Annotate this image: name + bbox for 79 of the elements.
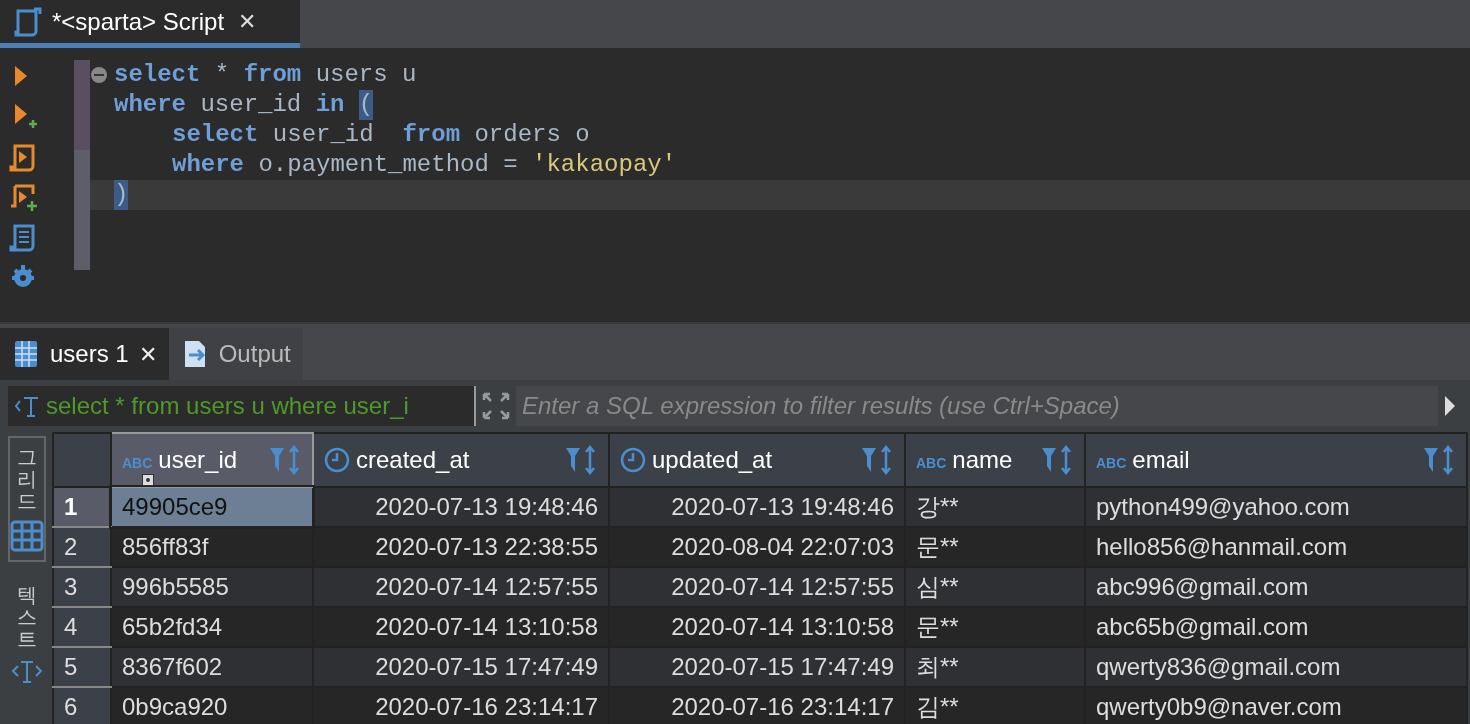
table-cell: qwerty836@gmail.com — [1085, 647, 1467, 687]
column-label: email — [1132, 445, 1190, 475]
filter-sort-icon[interactable] — [1422, 445, 1456, 475]
table-cell: 2020-07-16 23:14:17 — [313, 687, 609, 724]
table-cell: 8367f602 — [111, 647, 313, 687]
text-cursor-icon — [10, 658, 44, 686]
type-label: ABC — [122, 454, 153, 473]
tab-label: Output — [218, 339, 291, 369]
code-line: where o.payment_method = 'kakaopay' — [171, 150, 678, 180]
script-icon — [12, 6, 42, 37]
table-cell: 2020-07-16 23:14:17 — [609, 687, 905, 724]
table-cell: 심** — [905, 567, 1085, 607]
tab-title: *<sparta> Script — [52, 6, 225, 37]
result-tab[interactable]: Output — [168, 328, 303, 380]
result-tab[interactable]: users 1 ✕ — [0, 328, 169, 380]
tab-label: users 1 — [50, 339, 129, 369]
clock-icon — [324, 447, 350, 473]
code-line: select * from users u — [90, 60, 1470, 90]
table-cell: 2020-07-15 17:47:49 — [313, 647, 609, 687]
table-cell: 2020-08-04 22:07:03 — [609, 527, 905, 567]
table-cell: 강** — [905, 487, 1085, 527]
table-cell: 김** — [905, 687, 1085, 724]
view-tab[interactable]: 텍스트 — [8, 576, 46, 694]
query-text: select * from users u where user_i — [46, 391, 409, 421]
table-cell: 2020-07-14 12:57:55 — [609, 567, 905, 607]
filter-sort-icon[interactable] — [860, 445, 894, 475]
column-label: name — [952, 445, 1013, 475]
table-cell: qwerty0b9@naver.com — [1085, 687, 1467, 724]
query-history-field[interactable]: select * from users u where user_i — [8, 386, 476, 426]
table-cell: abc65b@gmail.com — [1085, 607, 1467, 647]
type-label: ABC — [1096, 454, 1127, 473]
filter-sort-icon[interactable] — [564, 445, 598, 475]
row-number[interactable]: 6 — [53, 687, 111, 724]
table-cell: 49905ce9 — [111, 487, 313, 527]
table-icon — [12, 339, 40, 369]
column-label: user_id — [158, 445, 238, 475]
column-label: created_at — [356, 445, 470, 475]
clock-icon — [620, 447, 646, 473]
column-header[interactable]: ABC email — [1085, 433, 1467, 487]
editor-tab[interactable]: *<sparta> Script ✕ — [0, 0, 300, 48]
table-cell: 65b2fd34 — [111, 607, 313, 647]
row-number[interactable]: 4 — [53, 607, 111, 647]
filter-input[interactable]: Enter a SQL expression to filter results (use Ctrl+Space) — [516, 386, 1438, 426]
column-header[interactable]: ABC name — [905, 433, 1085, 487]
row-number[interactable]: 3 — [53, 567, 111, 607]
table-cell: hello856@hanmail.com — [1085, 527, 1467, 567]
column-header[interactable]: updated_at — [609, 433, 905, 487]
table-cell: 2020-07-13 19:48:46 — [313, 487, 609, 527]
column-header[interactable]: ABC user_id — [111, 433, 313, 487]
table-cell: 2020-07-14 13:10:58 — [609, 607, 905, 647]
table-cell: 2020-07-14 13:10:58 — [313, 607, 609, 647]
table-cell: 856ff83f — [111, 527, 313, 567]
table-cell: 문** — [905, 607, 1085, 647]
code-line: where user_id in ( — [113, 90, 375, 120]
type-label: ABC — [916, 454, 947, 473]
row-number[interactable]: 5 — [53, 647, 111, 687]
row-number[interactable]: 1 — [53, 487, 111, 527]
table-cell: 2020-07-13 19:48:46 — [609, 487, 905, 527]
table-cell: 996b5585 — [111, 567, 313, 607]
row-number[interactable]: 2 — [53, 527, 111, 567]
fold-icon[interactable] — [90, 66, 108, 84]
table-cell: 최** — [905, 647, 1085, 687]
column-label: updated_at — [652, 445, 773, 475]
view-tab[interactable]: 그리드 — [8, 436, 46, 562]
play-script-new-icon[interactable] — [9, 182, 39, 212]
column-header[interactable]: created_at — [313, 433, 609, 487]
table-cell: 2020-07-14 12:57:55 — [313, 567, 609, 607]
tab-label: 텍스트 — [17, 584, 37, 650]
table-cell: 0b9ca920 — [111, 687, 313, 724]
close-icon[interactable]: ✕ — [138, 337, 157, 371]
tab-label: 그리드 — [17, 446, 37, 512]
grid-icon — [10, 520, 44, 552]
filter-sort-icon[interactable] — [1040, 445, 1074, 475]
table-cell: 2020-07-15 17:47:49 — [609, 647, 905, 687]
table-cell: python499@yahoo.com — [1085, 487, 1467, 527]
code-line: select user_id from orders o — [171, 120, 591, 150]
table-cell: abc996@gmail.com — [1085, 567, 1467, 607]
table-cell: 문** — [905, 527, 1085, 567]
table-cell: 2020-07-13 22:38:55 — [313, 527, 609, 567]
